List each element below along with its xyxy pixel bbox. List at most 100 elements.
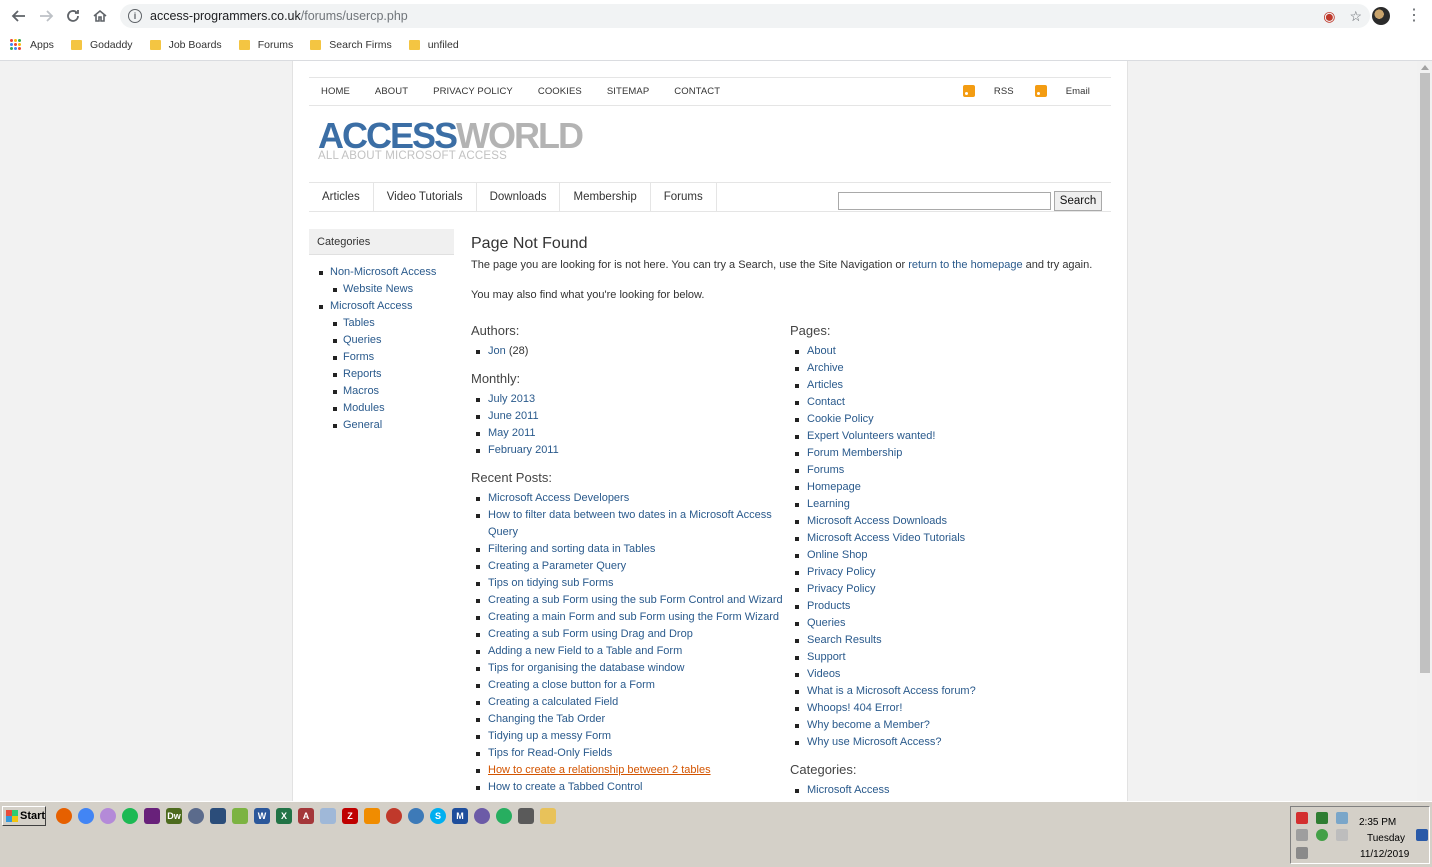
back-icon[interactable] bbox=[6, 3, 32, 29]
bookmark-job-boards[interactable]: Job Boards bbox=[149, 39, 222, 51]
page-link[interactable]: Cookie Policy bbox=[807, 413, 874, 425]
mainnav-downloads[interactable]: Downloads bbox=[477, 183, 561, 211]
recent-post-link[interactable]: Tidying up a messy Form bbox=[488, 730, 611, 742]
recent-post-link[interactable]: How to filter data between two dates in … bbox=[488, 509, 772, 538]
page-link[interactable]: Microsoft Access Video Tutorials bbox=[807, 532, 965, 544]
reload-icon[interactable] bbox=[60, 3, 86, 29]
recent-post-link[interactable]: How to create a Tabbed Control bbox=[488, 781, 643, 793]
sidebar-link[interactable]: General bbox=[343, 419, 382, 431]
start-button[interactable]: Start bbox=[2, 806, 46, 826]
sidebar-link[interactable]: Microsoft Access bbox=[330, 300, 413, 312]
page-link[interactable]: Products bbox=[807, 600, 850, 612]
profile-avatar[interactable] bbox=[1372, 7, 1390, 25]
page-link[interactable]: Why use Microsoft Access? bbox=[807, 736, 942, 748]
category-link[interactable]: Microsoft Access bbox=[807, 784, 890, 796]
page-link[interactable]: Contact bbox=[807, 396, 845, 408]
vlc-icon[interactable] bbox=[364, 808, 380, 824]
bookmark-godaddy[interactable]: Godaddy bbox=[70, 39, 133, 51]
bookmark-star-icon[interactable]: ☆ bbox=[1349, 8, 1362, 25]
sidebar-link[interactable]: Reports bbox=[343, 368, 382, 380]
topnav-sitemap[interactable]: SITEMAP bbox=[607, 86, 649, 97]
clock-app-icon[interactable] bbox=[496, 808, 512, 824]
network-icon[interactable] bbox=[188, 808, 204, 824]
monthly-archive-link[interactable]: May 2011 bbox=[488, 427, 536, 439]
page-link[interactable]: Homepage bbox=[807, 481, 861, 493]
usb-icon[interactable] bbox=[1296, 829, 1308, 841]
sidebar-link[interactable]: Tables bbox=[343, 317, 375, 329]
recent-post-link[interactable]: Changing the Tab Order bbox=[488, 713, 605, 725]
monthly-archive-link[interactable]: February 2011 bbox=[488, 444, 559, 456]
skype-icon[interactable]: S bbox=[430, 808, 446, 824]
recent-post-link[interactable]: Adding a new Field to a Table and Form bbox=[488, 645, 682, 657]
sidebar-link[interactable]: Forms bbox=[343, 351, 374, 363]
home-icon[interactable] bbox=[87, 3, 113, 29]
monthly-archive-link[interactable]: June 2011 bbox=[488, 410, 539, 422]
page-link[interactable]: Search Results bbox=[807, 634, 882, 646]
filezilla-icon[interactable]: Z bbox=[342, 808, 358, 824]
notepad-icon[interactable] bbox=[320, 808, 336, 824]
page-link[interactable]: Support bbox=[807, 651, 846, 663]
dreamweaver-icon[interactable]: Dw bbox=[166, 808, 182, 824]
recent-post-link[interactable]: Tips for Read-Only Fields bbox=[488, 747, 612, 759]
page-link[interactable]: Microsoft Access Downloads bbox=[807, 515, 947, 527]
topnav-home[interactable]: HOME bbox=[321, 86, 350, 97]
recent-post-link[interactable]: Creating a Parameter Query bbox=[488, 560, 626, 572]
sidebar-link[interactable]: Website News bbox=[343, 283, 413, 295]
recent-post-link[interactable]: Creating a main Form and sub Form using … bbox=[488, 611, 779, 623]
page-link[interactable]: Privacy Policy bbox=[807, 566, 875, 578]
itunes-icon[interactable] bbox=[100, 808, 116, 824]
scroll-up-arrow-icon[interactable] bbox=[1421, 65, 1429, 70]
volume-icon[interactable] bbox=[1336, 829, 1348, 841]
page-link[interactable]: Forums bbox=[807, 464, 844, 476]
antivirus-icon[interactable] bbox=[1296, 812, 1308, 824]
globe-icon[interactable] bbox=[408, 808, 424, 824]
malwarebytes-icon[interactable]: M bbox=[452, 808, 468, 824]
explorer-icon[interactable] bbox=[540, 808, 556, 824]
puzzle-icon[interactable] bbox=[386, 808, 402, 824]
page-scrollbar[interactable] bbox=[1417, 61, 1432, 801]
recent-post-link[interactable]: Creating a sub Form using the sub Form C… bbox=[488, 594, 783, 606]
page-link[interactable]: Archive bbox=[807, 362, 844, 374]
site-logo[interactable]: ACCESSWORLD ALL ABOUT MICROSOFT ACCESS bbox=[318, 118, 584, 163]
recent-post-link[interactable]: Creating a sub Form using Drag and Drop bbox=[488, 628, 693, 640]
page-link[interactable]: Learning bbox=[807, 498, 850, 510]
recent-post-link[interactable]: Creating a close button for a Form bbox=[488, 679, 655, 691]
sidebar-link[interactable]: Macros bbox=[343, 385, 379, 397]
shield-check-icon[interactable] bbox=[1316, 829, 1328, 841]
show-desktop-icon[interactable] bbox=[1416, 829, 1428, 841]
site-info-icon[interactable]: i bbox=[128, 9, 142, 23]
topnav-contact[interactable]: CONTACT bbox=[674, 86, 720, 97]
bookmark-apps[interactable]: Apps bbox=[10, 38, 54, 51]
search-button[interactable]: Search bbox=[1054, 191, 1102, 211]
recent-post-link[interactable]: Tips on tidying sub Forms bbox=[488, 577, 614, 589]
topnav-privacy-policy[interactable]: PRIVACY POLICY bbox=[433, 86, 513, 97]
recent-post-link[interactable]: Creating a calculated Field bbox=[488, 696, 618, 708]
mainnav-video-tutorials[interactable]: Video Tutorials bbox=[374, 183, 477, 211]
homepage-link[interactable]: return to the homepage bbox=[908, 259, 1022, 271]
mainnav-membership[interactable]: Membership bbox=[560, 183, 651, 211]
page-link[interactable]: Videos bbox=[807, 668, 840, 680]
bookmark-unfiled[interactable]: unfiled bbox=[408, 39, 459, 51]
excel-icon[interactable]: X bbox=[276, 808, 292, 824]
topnav-about[interactable]: ABOUT bbox=[375, 86, 408, 97]
browser-app-icon[interactable] bbox=[474, 808, 490, 824]
extension-icon[interactable]: ◉ bbox=[1323, 8, 1335, 25]
address-bar[interactable]: i access-programmers.co.uk/forums/usercp… bbox=[120, 4, 1370, 28]
chrome-icon[interactable] bbox=[78, 808, 94, 824]
topnav-cookies[interactable]: COOKIES bbox=[538, 86, 582, 97]
sidebar-link[interactable]: Queries bbox=[343, 334, 382, 346]
page-link[interactable]: Expert Volunteers wanted! bbox=[807, 430, 935, 442]
firefox-icon[interactable] bbox=[56, 808, 72, 824]
gamepad-icon[interactable] bbox=[232, 808, 248, 824]
author-link[interactable]: Jon bbox=[488, 345, 506, 357]
scroll-thumb[interactable] bbox=[1420, 73, 1430, 673]
page-link[interactable]: What is a Microsoft Access forum? bbox=[807, 685, 976, 697]
page-link[interactable]: Queries bbox=[807, 617, 846, 629]
recent-post-link[interactable]: Microsoft Access Developers bbox=[488, 492, 629, 504]
page-link[interactable]: Articles bbox=[807, 379, 843, 391]
bookmark-search-firms[interactable]: Search Firms bbox=[310, 39, 392, 51]
sidebar-link[interactable]: Non-Microsoft Access bbox=[330, 266, 436, 278]
mainnav-articles[interactable]: Articles bbox=[309, 183, 374, 211]
bookmark-forums[interactable]: Forums bbox=[238, 39, 293, 51]
page-link[interactable]: Whoops! 404 Error! bbox=[807, 702, 902, 714]
